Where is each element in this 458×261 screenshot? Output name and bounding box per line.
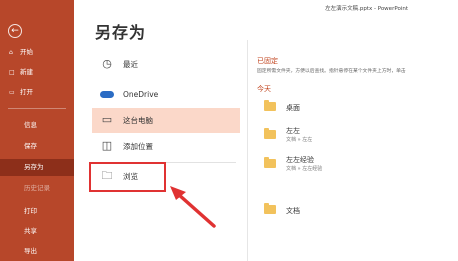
cloud-icon [99,87,115,101]
folder-icon [264,100,276,111]
backstage-sidebar: ← ⌂ 开始 □ 新建 ▭ 打开 信息 保存 另存为 历史记录 打印 共享 导出 [0,0,74,261]
pinned-description: 固定所需文件夹，方便以后查找。指针悬停在某个文件夹上方时，单击 [257,69,406,74]
location-add-place[interactable]: ◫ 添加位置 [92,134,240,159]
sidebar-item-open[interactable]: ▭ 打开 [0,84,74,101]
window-title: 左左演示文稿.pptx - PowerPoint [325,6,408,12]
sidebar-item-home[interactable]: ⌂ 开始 [0,44,74,61]
new-file-icon: □ [9,69,15,76]
sidebar-item-new[interactable]: □ 新建 [0,64,74,81]
sidebar-item-history[interactable]: 历史记录 [0,180,74,197]
save-as-window: ← ⌂ 开始 □ 新建 ▭ 打开 信息 保存 另存为 历史记录 打印 共享 导出 左左… [0,0,458,261]
today-section-title: 今天 [257,85,271,93]
sidebar-item-save-as[interactable]: 另存为 [0,159,74,176]
folder-item-zuozuo-jingyan[interactable]: 左左经验 文档 » 左左经验 [258,152,458,178]
folder-open-icon: ▭ [9,89,15,96]
folder-icon [264,128,276,139]
home-icon: ⌂ [9,49,13,56]
back-arrow-icon[interactable]: ← [8,24,22,38]
page-title: 另存为 [95,23,147,42]
sidebar-item-save[interactable]: 保存 [0,138,74,155]
folder-item-desktop[interactable]: 桌面 [258,95,458,121]
add-location-icon: ◫ [101,139,113,152]
sidebar-item-export[interactable]: 导出 [0,243,74,260]
pane-divider [247,40,248,261]
folder-item-zuozuo[interactable]: 左左 文档 » 左左 [258,123,458,149]
sidebar-item-share[interactable]: 共享 [0,223,74,240]
folder-item-documents[interactable]: 文档 [258,198,458,224]
computer-icon: ▭ [101,113,113,126]
folder-icon [264,203,276,214]
folder-icon [264,157,276,168]
pinned-section-title: 已固定 [257,57,278,65]
location-onedrive[interactable]: OneDrive [92,82,240,107]
title-bar: 左左演示文稿.pptx - PowerPoint [74,0,458,16]
clock-icon: ◷ [102,57,112,70]
sidebar-item-info[interactable]: 信息 [0,117,74,134]
sidebar-divider [8,108,66,109]
location-this-pc[interactable]: ▭ 这台电脑 [92,108,240,133]
sidebar-item-print[interactable]: 打印 [0,203,74,220]
location-recent[interactable]: ◷ 最近 [92,52,240,77]
browse-highlight-box [89,162,166,192]
